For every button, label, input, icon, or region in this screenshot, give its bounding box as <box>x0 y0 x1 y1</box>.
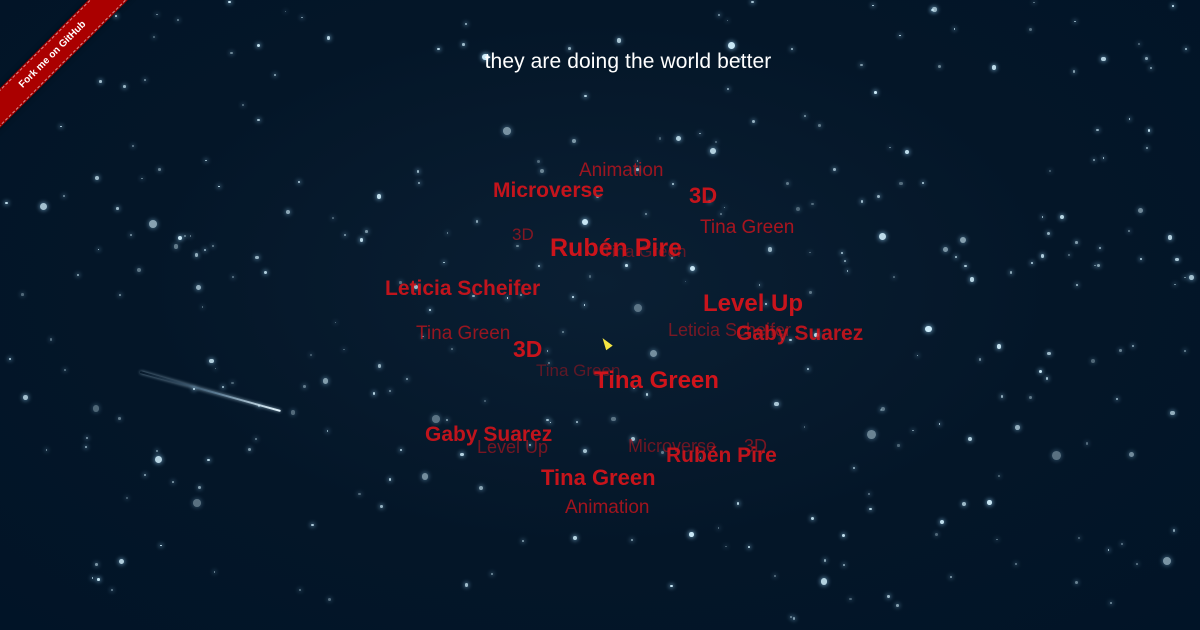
tag-cloud-item[interactable]: Level Up <box>703 292 803 316</box>
tag-cloud-item[interactable]: Gaby Suarez <box>736 323 863 344</box>
tag-cloud-item[interactable]: Animation <box>579 161 664 180</box>
starfield-canvas: Fork me on GitHub they are doing the wor… <box>0 0 1200 630</box>
tag-cloud-item[interactable]: Level Up <box>477 438 548 456</box>
tag-cloud-item[interactable]: Tina Green <box>594 369 719 393</box>
tag-cloud-item[interactable]: Leticia Scheifer <box>385 278 540 299</box>
tag-cloud-item[interactable]: 3D <box>513 338 542 361</box>
tag-cloud-item[interactable]: 3D <box>512 226 534 243</box>
tag-cloud-item[interactable]: Tina Green <box>541 467 656 489</box>
tag-cloud-item[interactable]: Microverse <box>493 180 604 201</box>
tag-cloud-item[interactable]: Animation <box>565 498 650 517</box>
tag-cloud-item[interactable]: 3D <box>689 185 717 207</box>
tag-cloud: Animation Microverse 3D Tina Green 3D Ru… <box>0 0 1200 630</box>
tag-cloud-item[interactable]: Tina Green <box>416 324 510 343</box>
tag-cloud-item[interactable]: Tina Green <box>700 218 794 237</box>
tag-cloud-item[interactable]: Rubén Pire <box>666 445 777 466</box>
tag-cloud-item[interactable]: Tina Green <box>602 243 686 260</box>
